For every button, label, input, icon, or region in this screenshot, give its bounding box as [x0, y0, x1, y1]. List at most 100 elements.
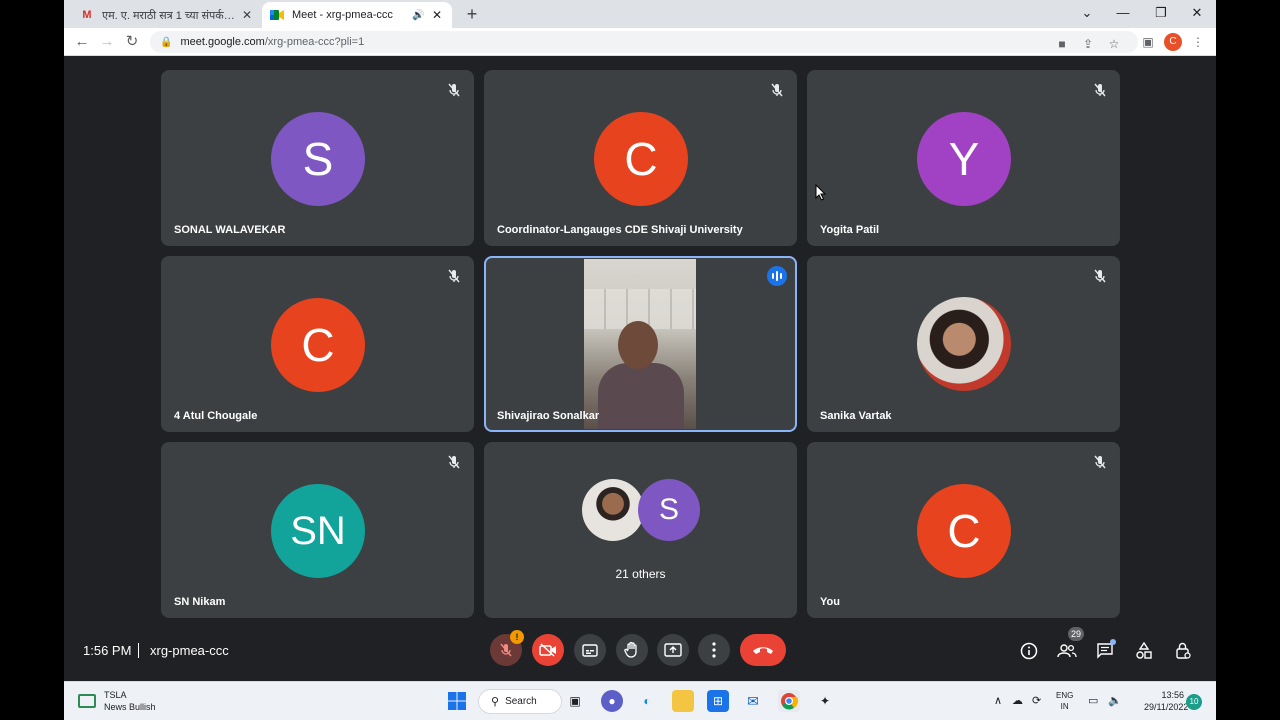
- windows-start-icon[interactable]: [446, 690, 468, 712]
- host-controls-button[interactable]: [1171, 639, 1195, 663]
- participant-count-badge: 29: [1068, 627, 1085, 641]
- meeting-details-button[interactable]: [1017, 639, 1041, 663]
- minimize-button[interactable]: —: [1108, 3, 1138, 23]
- mic-off-icon: [500, 643, 512, 657]
- close-tab-icon[interactable]: ✕: [240, 8, 254, 22]
- meeting-code: xrg-pmea-ccc: [150, 643, 229, 658]
- date: 29/11/2022: [1144, 702, 1189, 712]
- notification-badge[interactable]: 10: [1186, 694, 1202, 710]
- microsoft-store-icon[interactable]: ⊞: [707, 690, 729, 712]
- mic-off-icon: [1094, 269, 1106, 283]
- more-options-button[interactable]: [698, 634, 730, 666]
- participant-name: You: [820, 596, 840, 608]
- raise-hand-button[interactable]: [616, 634, 648, 666]
- search-label: Search: [505, 696, 537, 707]
- tray-overflow-icon[interactable]: ∧: [994, 694, 1002, 707]
- present-button[interactable]: [657, 634, 689, 666]
- participant-tile[interactable]: SN SN Nikam: [161, 442, 474, 618]
- chrome-icon[interactable]: [778, 690, 800, 712]
- participant-tile[interactable]: S SONAL WALAVEKAR: [161, 70, 474, 246]
- stock-chart-icon: [78, 694, 96, 708]
- teams-chat-icon[interactable]: ●: [601, 690, 623, 712]
- close-window-button[interactable]: ✕: [1182, 3, 1212, 23]
- tab-meet[interactable]: Meet - xrg-pmea-ccc 🔊 ✕: [262, 2, 452, 28]
- participant-tile[interactable]: C 4 Atul Chougale: [161, 256, 474, 432]
- leave-call-button[interactable]: [740, 634, 786, 666]
- microphone-button[interactable]: !: [490, 630, 524, 666]
- mic-off-icon: [771, 83, 783, 97]
- avatar: Y: [917, 112, 1011, 206]
- participant-name: Yogita Patil: [820, 224, 880, 236]
- taskbar-search[interactable]: ⚲ Search: [478, 689, 562, 714]
- language-indicator[interactable]: ENG IN: [1056, 690, 1073, 712]
- participant-name: 4 Atul Chougale: [174, 410, 258, 422]
- info-icon: [1020, 642, 1038, 660]
- network-icon[interactable]: ▭: [1088, 694, 1098, 707]
- participant-tile[interactable]: Y Yogita Patil: [807, 70, 1120, 246]
- people-button[interactable]: [1055, 639, 1079, 663]
- mic-warning-badge: !: [510, 630, 524, 644]
- others-tile[interactable]: S 21 others: [484, 442, 797, 618]
- reload-icon[interactable]: ↻: [122, 32, 142, 52]
- edge-browser-icon[interactable]: ◐: [636, 690, 658, 712]
- onedrive-icon[interactable]: ☁: [1012, 694, 1023, 707]
- lock-person-icon: [1176, 642, 1191, 659]
- forward-arrow-icon[interactable]: →: [97, 32, 117, 52]
- captions-button[interactable]: [574, 634, 606, 666]
- browser-menu-icon[interactable]: ⋮: [1188, 32, 1208, 52]
- audio-playing-icon[interactable]: 🔊: [412, 10, 426, 21]
- tab-gmail[interactable]: M एम. ए. मराठी सत्र 1 च्या संपर्कसत्रास …: [72, 2, 262, 28]
- time: 13:56: [1161, 690, 1184, 700]
- restore-button[interactable]: ❐: [1146, 3, 1176, 23]
- mic-off-icon: [448, 83, 460, 97]
- bookmark-star-icon[interactable]: ☆: [1104, 35, 1124, 53]
- close-tab-icon[interactable]: ✕: [430, 8, 444, 22]
- meet-icon: [270, 8, 284, 22]
- avatar: S: [638, 479, 700, 541]
- self-tile[interactable]: C You: [807, 442, 1120, 618]
- avatar: S: [271, 112, 365, 206]
- tab-title: Meet - xrg-pmea-ccc: [292, 9, 393, 21]
- region-code: IN: [1060, 702, 1069, 711]
- avatar: C: [271, 298, 365, 392]
- profile-avatar[interactable]: C: [1164, 33, 1182, 51]
- mic-off-icon: [1094, 455, 1106, 469]
- app-icon[interactable]: ✦: [814, 690, 836, 712]
- mail-icon[interactable]: ✉: [742, 690, 764, 712]
- others-count-label: 21 others: [615, 567, 666, 581]
- activities-icon: [1136, 642, 1152, 659]
- weather-widget[interactable]: TSLA News Bullish: [78, 689, 156, 713]
- language-code: ENG: [1056, 691, 1074, 700]
- address-bar[interactable]: 🔒 meet.google.com/xrg-pmea-ccc?pli=1 ■ ⇪…: [150, 31, 1138, 53]
- system-clock[interactable]: 13:56 29/11/2022: [1144, 689, 1189, 713]
- camera-permission-icon[interactable]: ■: [1052, 35, 1072, 53]
- screen: M एम. ए. मराठी सत्र 1 च्या संपर्कसत्रास …: [64, 0, 1216, 720]
- captions-icon: [582, 643, 598, 657]
- participant-photo: [917, 297, 1011, 391]
- sync-icon[interactable]: ⟳: [1032, 694, 1041, 707]
- participant-name: Sanika Vartak: [820, 410, 892, 422]
- present-screen-icon: [664, 643, 682, 657]
- avatar: C: [594, 112, 688, 206]
- participant-video: [584, 259, 696, 429]
- participant-tile[interactable]: C Coordinator-Langauges CDE Shivaji Univ…: [484, 70, 797, 246]
- participant-tile[interactable]: Sanika Vartak: [807, 256, 1120, 432]
- avatar: C: [917, 484, 1011, 578]
- activities-button[interactable]: [1132, 639, 1156, 663]
- side-panel-icon[interactable]: ▣: [1138, 32, 1158, 52]
- more-vert-icon: [712, 642, 716, 658]
- task-view-icon[interactable]: ▣: [564, 690, 586, 712]
- tab-search-icon[interactable]: ⌄: [1072, 3, 1102, 23]
- volume-icon[interactable]: 🔈: [1108, 694, 1122, 707]
- hand-icon: [624, 641, 637, 658]
- meeting-clock: 1:56 PM: [83, 643, 132, 658]
- participant-tile-active-speaker[interactable]: Shivajirao Sonalkar: [484, 256, 797, 432]
- file-explorer-icon[interactable]: [672, 690, 694, 712]
- lock-icon[interactable]: 🔒: [160, 37, 172, 48]
- share-icon[interactable]: ⇪: [1078, 35, 1098, 53]
- camera-button[interactable]: [532, 634, 564, 666]
- new-tab-button[interactable]: +: [462, 4, 482, 24]
- widget-title: TSLA: [104, 690, 127, 700]
- meeting-controls-bar: 1:56 PM xrg-pmea-ccc ! 29: [64, 625, 1216, 681]
- back-arrow-icon[interactable]: ←: [72, 32, 92, 52]
